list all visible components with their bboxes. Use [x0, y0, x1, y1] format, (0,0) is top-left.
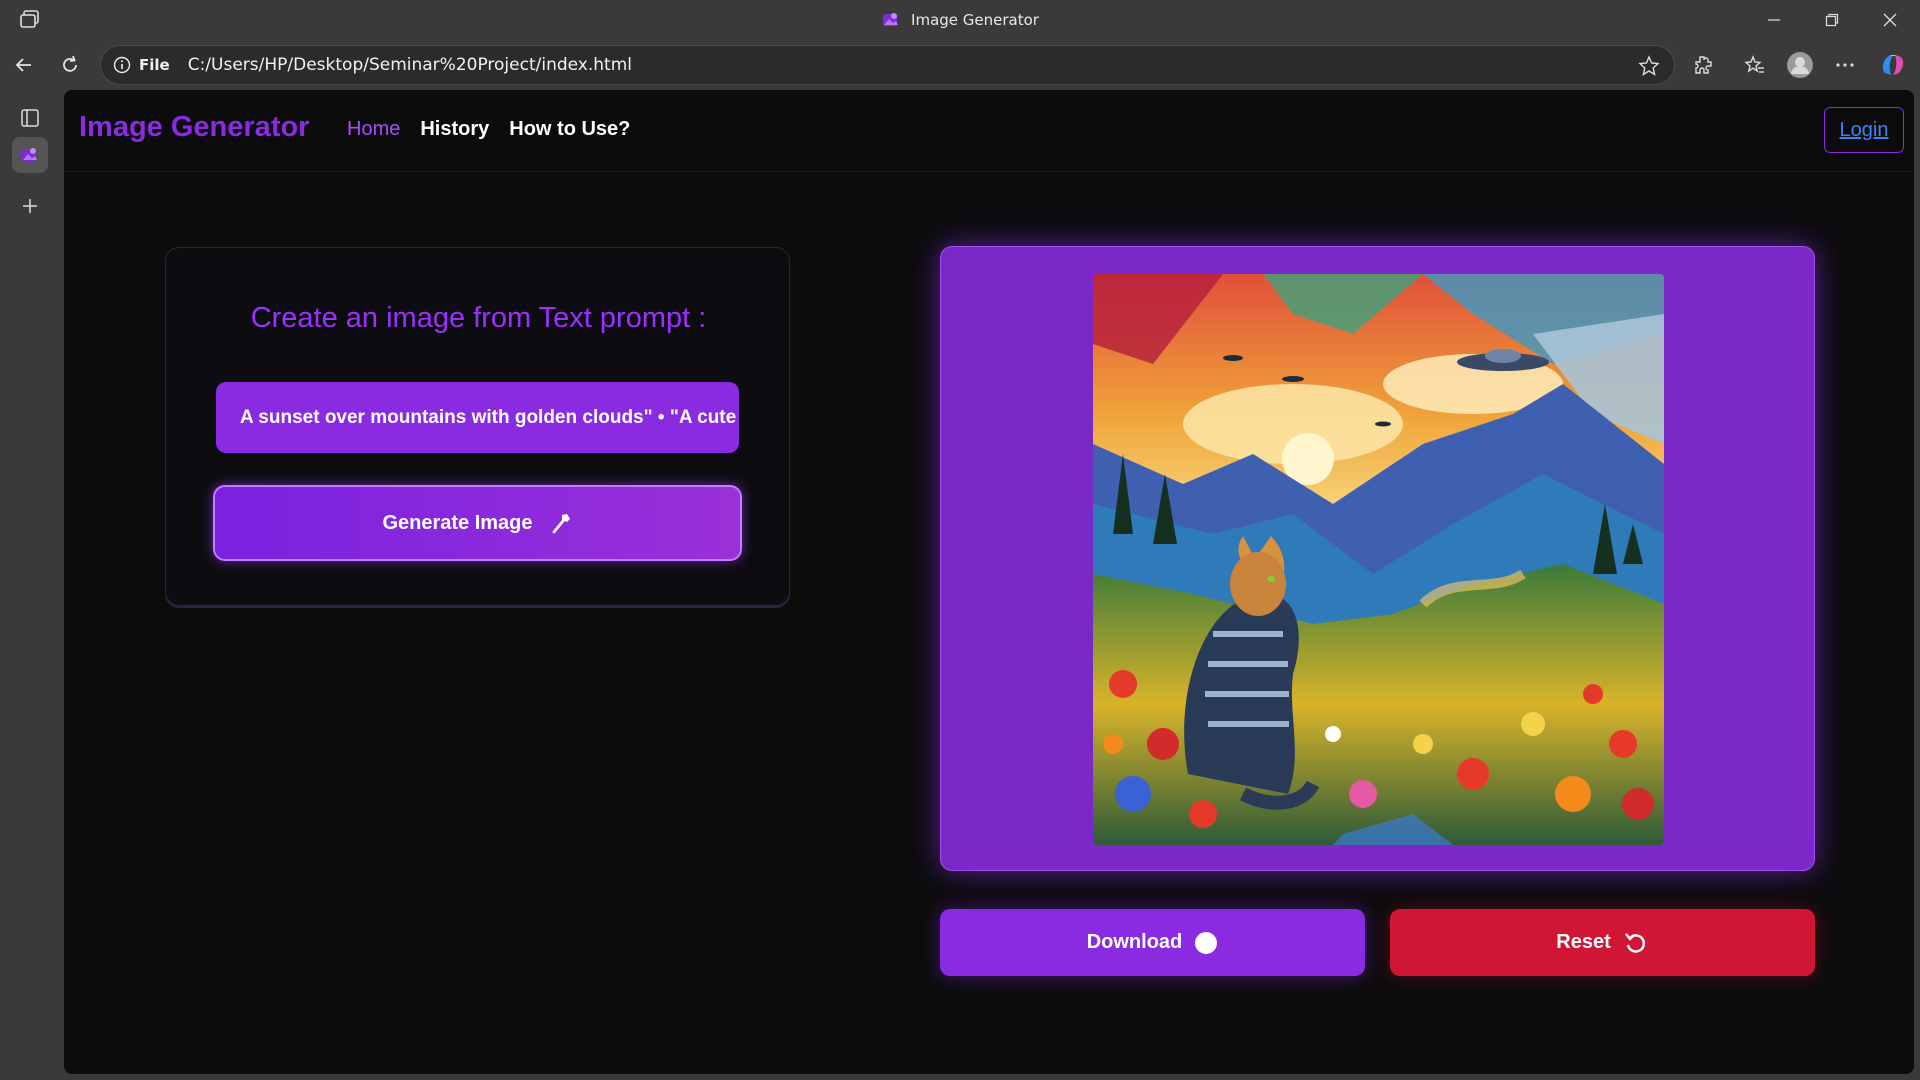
vertical-tabs-sidebar [0, 90, 64, 1080]
reset-button[interactable]: Reset [1390, 909, 1815, 976]
vertical-tabs-toggle-icon[interactable] [12, 100, 48, 136]
address-bar[interactable]: File C:/Users/HP/Desktop/Seminar%20Proje… [100, 45, 1675, 85]
extensions-icon[interactable] [1688, 50, 1718, 80]
reset-label: Reset [1556, 931, 1611, 953]
copilot-icon[interactable] [1878, 50, 1908, 80]
nav-link-home[interactable]: Home [347, 118, 400, 141]
prompt-card: Create an image from Text prompt : A sun… [165, 247, 790, 608]
prompt-card-title: Create an image from Text prompt : [250, 302, 707, 334]
window-title-text: Image Generator [911, 11, 1039, 29]
profile-avatar[interactable] [1785, 50, 1815, 80]
image-result-panel [940, 246, 1815, 871]
generated-image [1093, 274, 1664, 845]
back-button[interactable] [7, 48, 41, 82]
window-title: Image Generator [0, 0, 1920, 40]
generate-image-label: Generate Image [382, 511, 533, 534]
site-brand[interactable]: Image Generator [79, 111, 309, 144]
download-button[interactable]: Download [940, 909, 1365, 976]
minimize-button[interactable] [1745, 0, 1803, 40]
page-viewport: Image Generator Home History How to Use?… [64, 90, 1914, 1074]
browser-title-bar: Image Generator [0, 0, 1920, 40]
nav-links: Home History How to Use? [347, 118, 630, 141]
scheme-label: File [139, 56, 170, 74]
more-options-icon[interactable] [1830, 50, 1860, 80]
login-button[interactable]: Login [1824, 107, 1904, 153]
browser-toolbar: File C:/Users/HP/Desktop/Seminar%20Proje… [0, 40, 1920, 90]
generated-artwork [1093, 274, 1664, 845]
favicon-icon [883, 13, 899, 26]
tab-image-generator[interactable] [12, 137, 48, 173]
circle-icon [1195, 931, 1218, 954]
new-tab-icon[interactable] [12, 188, 48, 224]
refresh-button[interactable] [53, 48, 87, 82]
restore-button[interactable] [1803, 0, 1861, 40]
download-label: Download [1086, 931, 1183, 953]
site-navbar: Image Generator Home History How to Use?… [64, 90, 1914, 172]
favorite-star-icon[interactable] [1638, 55, 1660, 77]
close-window-button[interactable] [1861, 0, 1919, 40]
url-text[interactable]: C:/Users/HP/Desktop/Seminar%20Project/in… [188, 55, 632, 75]
info-icon[interactable] [113, 56, 131, 74]
prompt-input[interactable]: A sunset over mountains with golden clou… [216, 382, 739, 453]
nav-link-how-to-use[interactable]: How to Use? [509, 118, 630, 141]
nav-link-history[interactable]: History [420, 118, 489, 141]
magic-wand-icon [552, 514, 570, 534]
favorites-icon[interactable] [1740, 50, 1770, 80]
generate-image-button[interactable]: Generate Image [213, 485, 742, 561]
rotate-icon [1624, 932, 1645, 953]
